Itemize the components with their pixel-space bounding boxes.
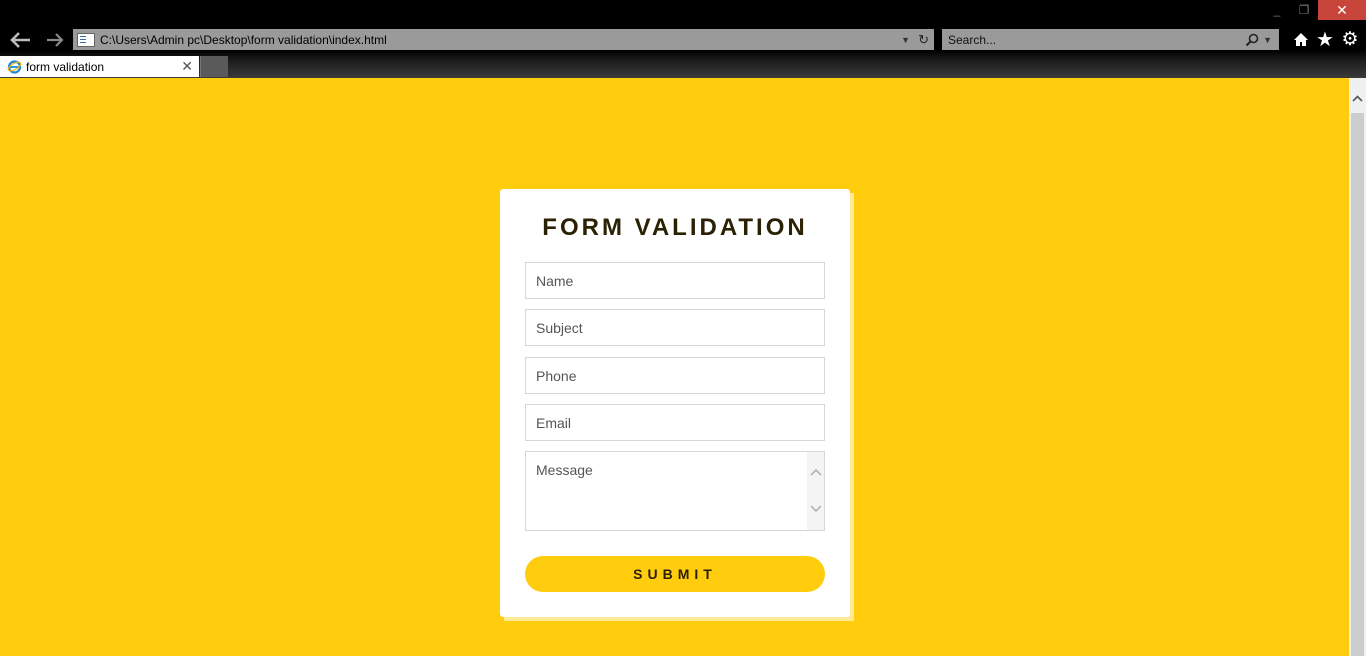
address-text[interactable]: C:\Users\Admin pc\Desktop\form validatio… [100, 33, 901, 47]
page-scrollbar[interactable] [1349, 78, 1366, 656]
message-field[interactable] [525, 451, 825, 531]
close-icon[interactable]: ✕ [181, 58, 193, 75]
tab-form-validation[interactable]: form validation ✕ [0, 56, 199, 77]
search-input[interactable]: Search... [948, 33, 1245, 47]
message-scrollbar[interactable] [807, 452, 824, 530]
minimize-button[interactable]: _ [1262, 0, 1292, 20]
home-icon [1294, 32, 1308, 46]
search-box[interactable]: Search... ▼ [942, 29, 1279, 50]
settings-gear-icon[interactable]: ⚙ [1338, 28, 1362, 50]
back-button[interactable] [4, 27, 36, 53]
scroll-thumb[interactable] [1351, 113, 1364, 656]
scroll-up-icon[interactable] [1349, 88, 1366, 108]
chevron-down-icon[interactable] [807, 498, 824, 518]
phone-field[interactable] [525, 357, 825, 394]
tab-label: form validation [26, 59, 105, 74]
submit-button[interactable]: SUBMIT [525, 556, 825, 592]
page-icon [77, 32, 95, 47]
browser-toolbar: _ ❐ ✕ C:\Users\Admin pc\Desktop\form val… [0, 0, 1366, 78]
search-icon[interactable] [1245, 33, 1259, 47]
maximize-button[interactable]: ❐ [1290, 0, 1318, 20]
address-bar[interactable]: C:\Users\Admin pc\Desktop\form validatio… [73, 29, 934, 50]
dropdown-icon[interactable]: ▼ [901, 35, 910, 45]
chevron-up-icon[interactable] [807, 462, 824, 482]
form-title: FORM VALIDATION [542, 214, 808, 241]
favorites-star-icon[interactable]: ★ [1313, 28, 1337, 51]
forward-arrow-icon [47, 33, 64, 47]
back-arrow-icon [10, 32, 30, 48]
form-card: FORM VALIDATION SUBMIT [500, 189, 850, 617]
home-button[interactable] [1289, 28, 1313, 50]
ie-logo-icon [6, 59, 22, 75]
subject-field[interactable] [525, 309, 825, 346]
new-tab-button[interactable] [200, 56, 228, 77]
email-field[interactable] [525, 404, 825, 441]
close-window-button[interactable]: ✕ [1318, 0, 1366, 20]
search-dropdown-icon[interactable]: ▼ [1263, 35, 1272, 45]
name-field[interactable] [525, 262, 825, 299]
refresh-icon[interactable]: ↻ [918, 32, 929, 48]
forward-button[interactable] [40, 27, 70, 53]
